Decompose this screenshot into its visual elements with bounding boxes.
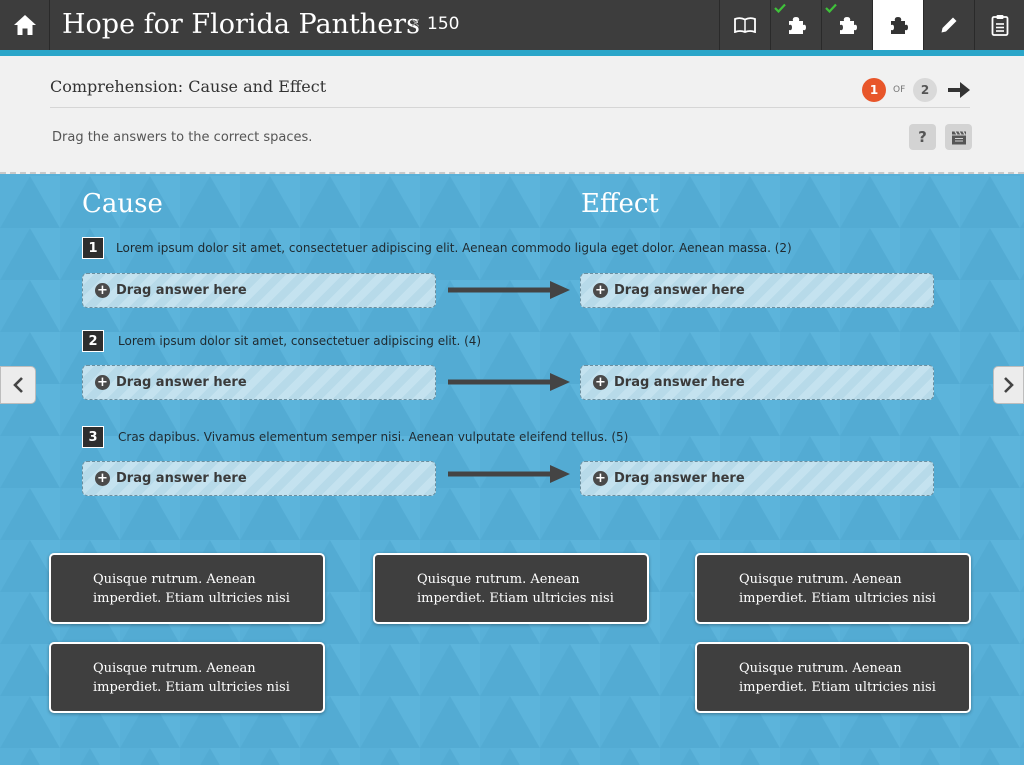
effect-drop-zone-2[interactable]: + Drag answer here	[580, 365, 934, 400]
tool-puzzle-1-button[interactable]	[770, 0, 821, 50]
plus-circle-icon: +	[593, 471, 608, 486]
home-button[interactable]	[0, 0, 50, 50]
answer-card-2[interactable]: Quisque rutrum. Aenean imperdiet. Etiam …	[373, 553, 649, 624]
answer-card-3[interactable]: Quisque rutrum. Aenean imperdiet. Etiam …	[695, 553, 971, 624]
activity-header: Comprehension: Cause and Effect 1 OF 2 D…	[0, 56, 1024, 174]
book-icon	[734, 17, 756, 33]
cause-effect-arrow-icon	[448, 465, 570, 483]
answer-card-4[interactable]: Quisque rutrum. Aenean imperdiet. Etiam …	[49, 642, 325, 713]
question-number-2: 2	[82, 330, 104, 352]
app-title: Hope for Florida Panthers	[62, 9, 420, 40]
tool-puzzle-2-button[interactable]	[821, 0, 872, 50]
clapperboard-icon	[951, 130, 966, 144]
question-number-3: 3	[82, 426, 104, 448]
effect-heading: Effect	[581, 189, 659, 219]
puzzle-icon	[789, 17, 806, 34]
answer-card-text: Quisque rutrum. Aenean imperdiet. Etiam …	[93, 571, 290, 606]
clipboard-icon	[991, 15, 1008, 36]
answer-card-text: Quisque rutrum. Aenean imperdiet. Etiam …	[739, 660, 936, 695]
plus-circle-icon: +	[95, 283, 110, 298]
plus-circle-icon: +	[593, 283, 608, 298]
effect-drop-zone-1[interactable]: + Drag answer here	[580, 273, 934, 308]
plus-circle-icon: +	[95, 471, 110, 486]
tool-book-button[interactable]	[719, 0, 770, 50]
header-divider	[50, 107, 970, 108]
cause-drop-zone-2[interactable]: + Drag answer here	[82, 365, 436, 400]
page-of-label: OF	[893, 85, 906, 95]
drop-zone-label: Drag answer here	[614, 374, 745, 390]
points-value: 150	[427, 14, 460, 34]
drop-zone-label: Drag answer here	[116, 470, 247, 486]
cause-effect-arrow-icon	[448, 281, 570, 299]
drop-zone-label: Drag answer here	[116, 374, 247, 390]
check-icon	[774, 3, 786, 13]
next-page-arrow-icon[interactable]	[946, 78, 972, 102]
answer-card-text: Quisque rutrum. Aenean imperdiet. Etiam …	[93, 660, 290, 695]
activity-area: Cause Effect 1 Lorem ipsum dolor sit ame…	[0, 176, 1024, 765]
tool-clipboard-button[interactable]	[974, 0, 1024, 50]
cause-heading: Cause	[82, 189, 163, 219]
cause-drop-zone-1[interactable]: + Drag answer here	[82, 273, 436, 308]
question-text-1: Lorem ipsum dolor sit amet, consectetuer…	[116, 241, 792, 255]
pencil-icon	[941, 17, 957, 33]
tool-pencil-button[interactable]	[923, 0, 974, 50]
question-text-2: Lorem ipsum dolor sit amet, consectetuer…	[118, 334, 482, 348]
tool-puzzle-3-button[interactable]	[872, 0, 923, 50]
page-current-badge: 1	[862, 78, 886, 102]
cause-drop-zone-3[interactable]: + Drag answer here	[82, 461, 436, 496]
drop-zone-label: Drag answer here	[614, 282, 745, 298]
check-icon	[825, 3, 837, 13]
effect-drop-zone-3[interactable]: + Drag answer here	[580, 461, 934, 496]
video-button[interactable]	[945, 124, 972, 150]
answer-card-text: Quisque rutrum. Aenean imperdiet. Etiam …	[417, 571, 614, 606]
answer-card-text: Quisque rutrum. Aenean imperdiet. Etiam …	[739, 571, 936, 606]
cause-effect-arrow-icon	[448, 373, 570, 391]
drop-zone-label: Drag answer here	[614, 470, 745, 486]
points-multiplier: ×	[410, 16, 421, 31]
home-icon	[13, 15, 36, 35]
question-number-1: 1	[82, 237, 104, 259]
section-title: Comprehension: Cause and Effect	[50, 77, 327, 96]
plus-circle-icon: +	[593, 375, 608, 390]
chevron-right-icon	[1003, 377, 1014, 393]
puzzle-icon	[840, 17, 857, 34]
answer-card-1[interactable]: Quisque rutrum. Aenean imperdiet. Etiam …	[49, 553, 325, 624]
previous-page-button[interactable]	[0, 366, 36, 404]
chevron-left-icon	[13, 377, 23, 393]
answer-card-5[interactable]: Quisque rutrum. Aenean imperdiet. Etiam …	[695, 642, 971, 713]
drop-zone-label: Drag answer here	[116, 282, 247, 298]
page-total-badge[interactable]: 2	[913, 78, 937, 102]
top-bar: Hope for Florida Panthers × 150	[0, 0, 1024, 50]
next-page-button[interactable]	[993, 366, 1024, 404]
question-text-3: Cras dapibus. Vivamus elementum semper n…	[118, 430, 629, 444]
plus-circle-icon: +	[95, 375, 110, 390]
help-button[interactable]: ?	[909, 124, 936, 150]
instructions-text: Drag the answers to the correct spaces.	[52, 130, 313, 145]
puzzle-icon	[891, 17, 908, 34]
